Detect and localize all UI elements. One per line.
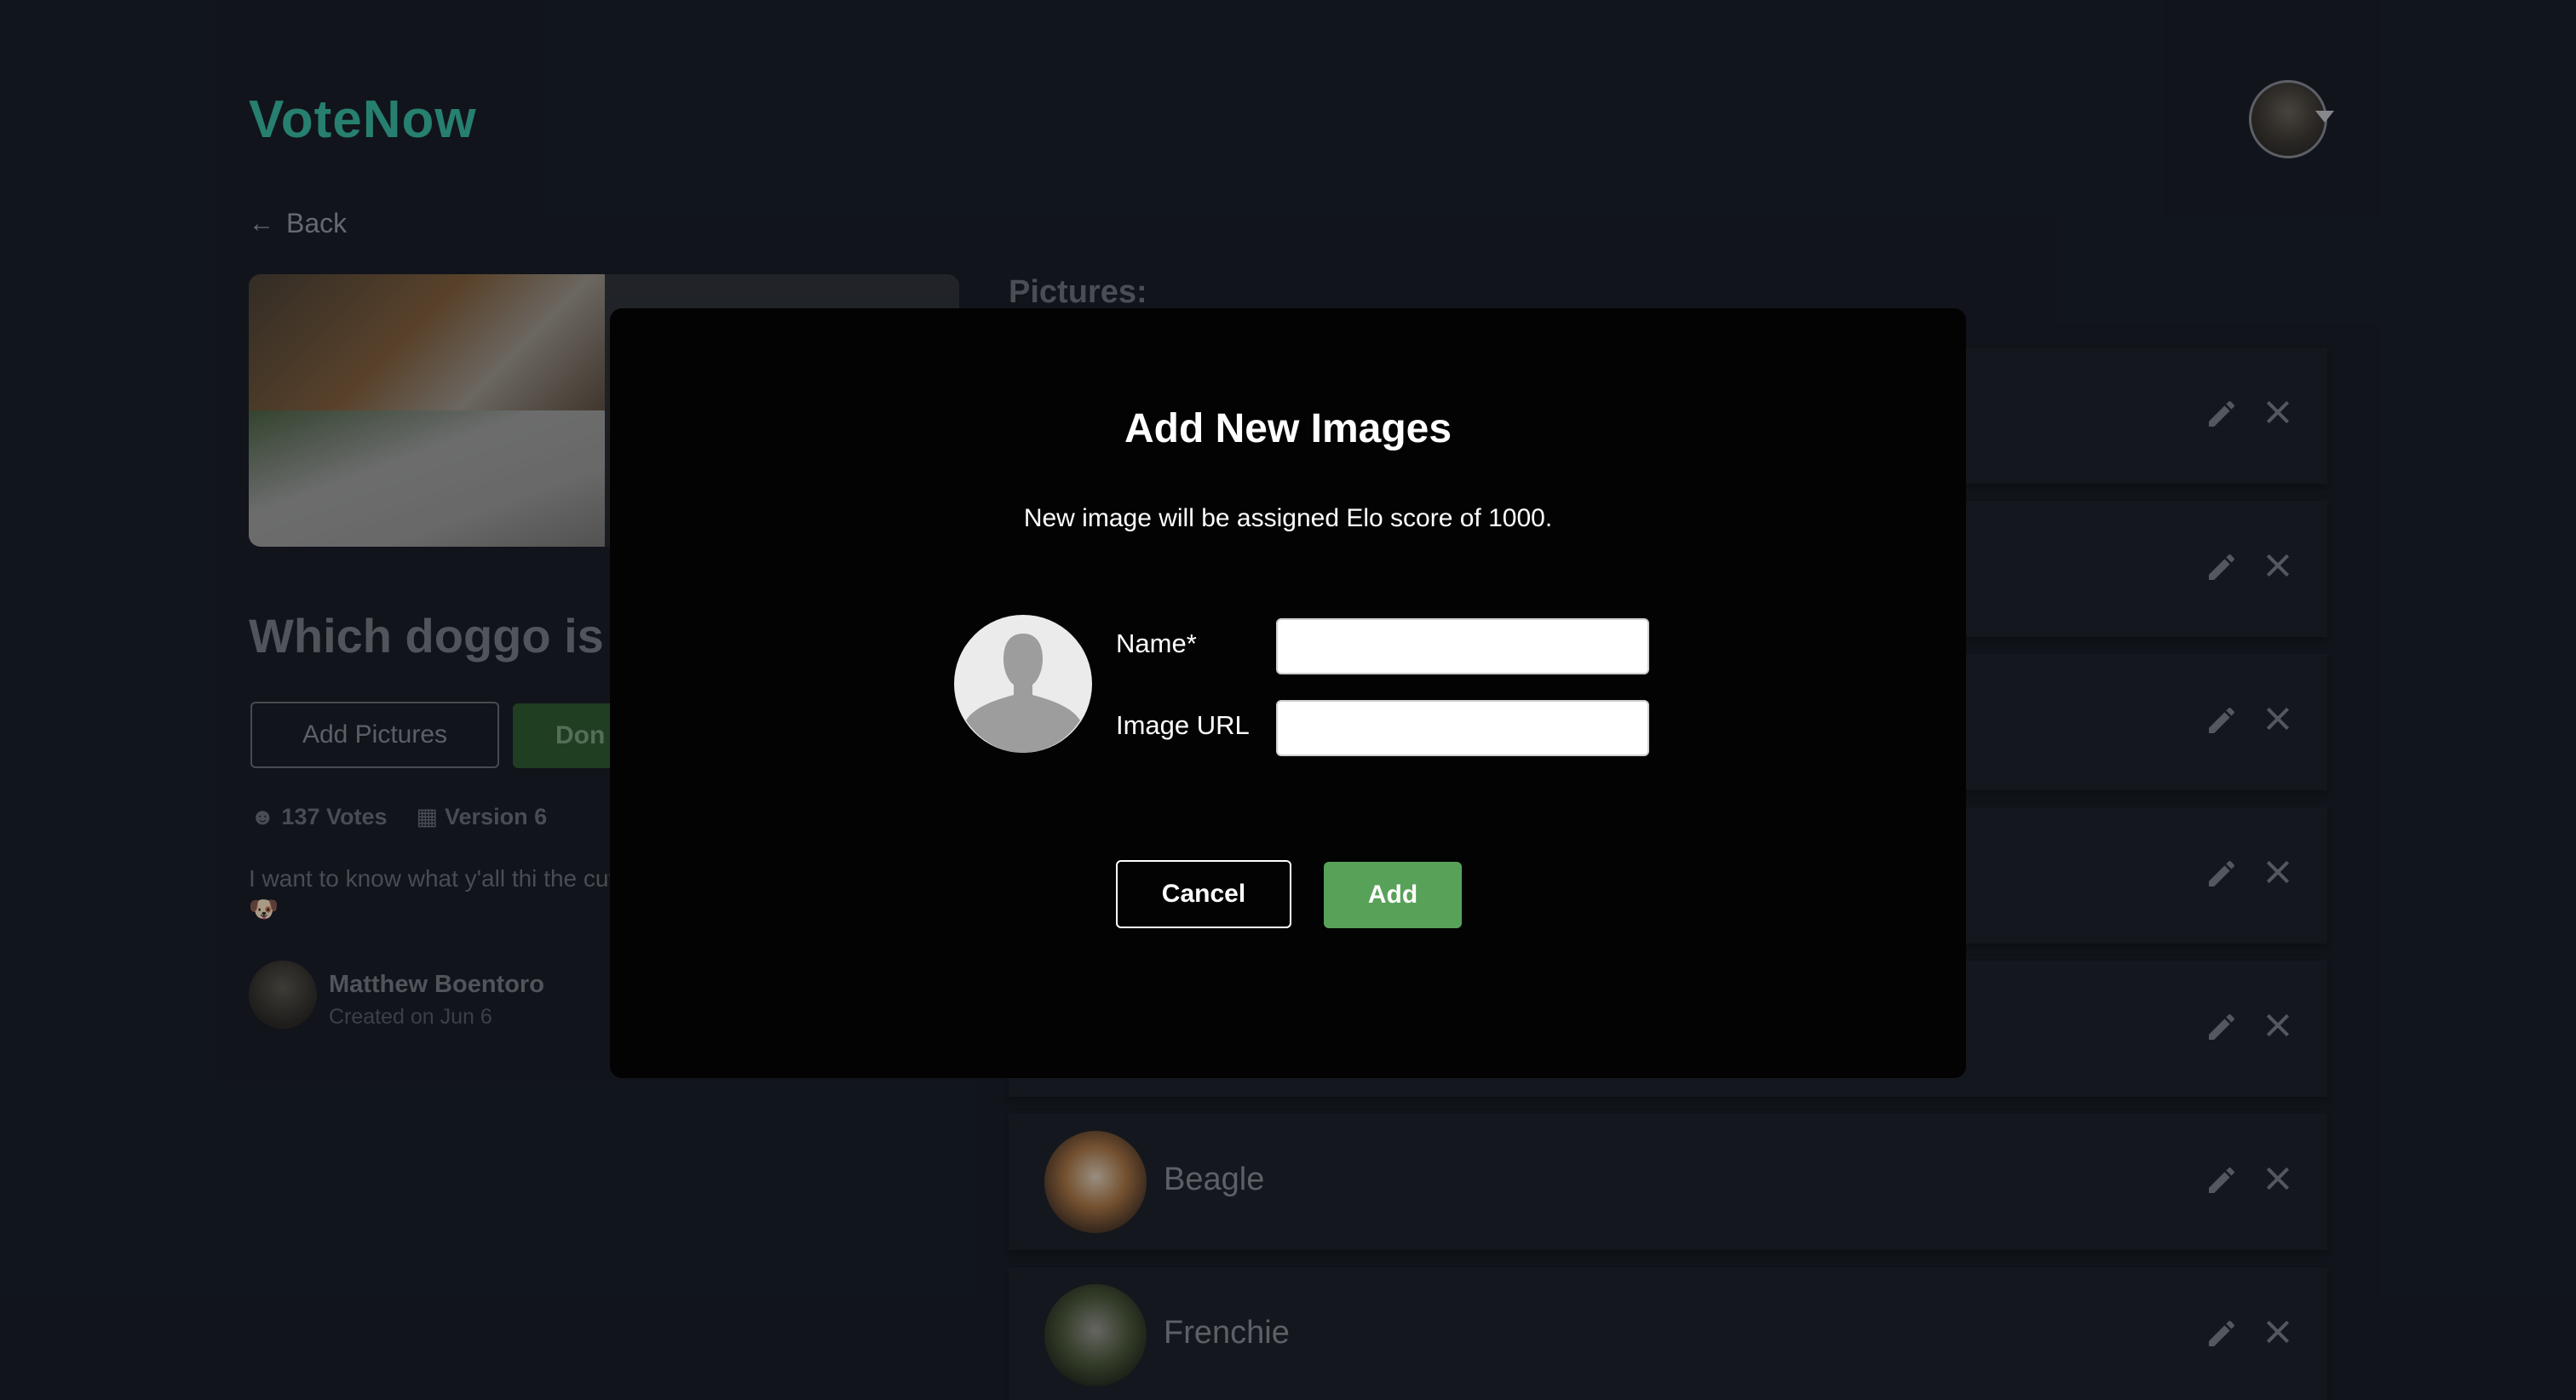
cancel-button[interactable]: Cancel [1116,860,1291,928]
poll-page: VoteNow ← Back Pictures: Which doggo is … [0,0,2576,1400]
image-url-input[interactable] [1276,700,1649,756]
modal-title: Add New Images [1124,406,1452,451]
image-url-label: Image URL [1116,710,1250,740]
modal-subtitle: New image will be assigned Elo score of … [1023,504,1553,532]
name-label: Name* [1116,628,1197,658]
add-button[interactable]: Add [1324,862,1462,928]
image-preview-avatar [954,615,1092,753]
add-images-modal: Add New Images New image will be assigne… [610,308,1966,1078]
person-silhouette-icon [966,634,1080,753]
name-input[interactable] [1276,618,1649,674]
